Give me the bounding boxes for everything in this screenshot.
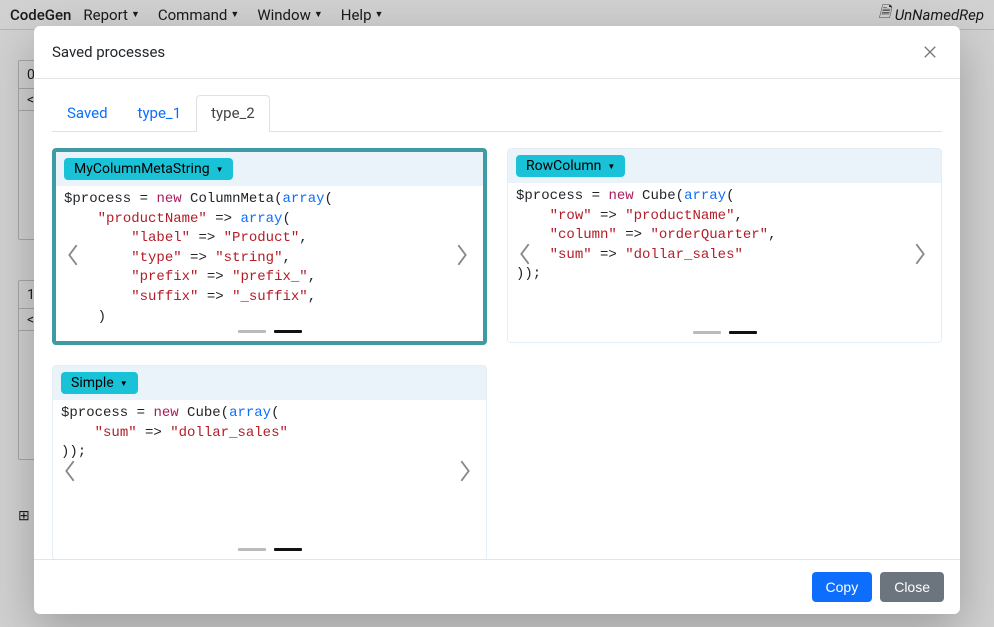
cards-column-right: RowColumn ▼ $process = new Cube(array( "… — [507, 148, 942, 559]
caret-down-icon: ▼ — [120, 379, 128, 388]
card-title-dropdown[interactable]: Simple ▼ — [61, 372, 138, 394]
cards-grid: MyColumnMetaString ▼ $process = new Colu… — [52, 148, 942, 559]
cards-column-left: MyColumnMetaString ▼ $process = new Colu… — [52, 148, 487, 559]
code: $process = new Cube(array( "row" => "pro… — [516, 187, 923, 285]
code-view: $process = new ColumnMeta(array( "produc… — [56, 186, 483, 324]
modal-body: Saved type_1 type_2 MyColumnMetaString ▼ — [34, 79, 960, 559]
modal-overlay: Saved processes Saved type_1 type_2 — [0, 0, 994, 627]
dot[interactable] — [729, 331, 757, 334]
tab-type-1[interactable]: type_1 — [123, 95, 197, 132]
card-title-dropdown[interactable]: MyColumnMetaString ▼ — [64, 158, 233, 180]
code: $process = new ColumnMeta(array( "produc… — [64, 190, 465, 324]
dot[interactable] — [693, 331, 721, 334]
card-header: RowColumn ▼ — [508, 149, 941, 183]
next-arrow-icon[interactable] — [447, 233, 477, 277]
modal-header: Saved processes — [34, 26, 960, 79]
dot[interactable] — [238, 548, 266, 551]
next-arrow-icon[interactable] — [450, 449, 480, 493]
caret-down-icon: ▼ — [216, 165, 224, 174]
carousel-dots — [53, 542, 486, 559]
card-title-dropdown[interactable]: RowColumn ▼ — [516, 155, 625, 177]
close-button[interactable]: Close — [880, 572, 944, 602]
dot[interactable] — [274, 548, 302, 551]
modal-title: Saved processes — [52, 43, 165, 61]
tab-type-2[interactable]: type_2 — [196, 95, 270, 132]
code-view: $process = new Cube(array( "row" => "pro… — [508, 183, 941, 325]
carousel-dots — [56, 324, 483, 341]
prev-arrow-icon[interactable] — [58, 233, 88, 277]
card-header: Simple ▼ — [53, 366, 486, 400]
process-card: MyColumnMetaString ▼ $process = new Colu… — [52, 148, 487, 345]
prev-arrow-icon[interactable] — [510, 232, 540, 276]
dot[interactable] — [274, 330, 302, 333]
process-card: RowColumn ▼ $process = new Cube(array( "… — [507, 148, 942, 343]
tab-saved[interactable]: Saved — [52, 95, 123, 132]
code-scroll[interactable]: $process = new Cube(array( "row" => "pro… — [508, 183, 931, 325]
code-view: $process = new Cube(array( "sum" => "dol… — [53, 400, 486, 542]
saved-processes-modal: Saved processes Saved type_1 type_2 — [34, 26, 960, 614]
dot[interactable] — [238, 330, 266, 333]
code-scroll[interactable]: $process = new ColumnMeta(array( "produc… — [56, 186, 473, 324]
copy-button[interactable]: Copy — [812, 572, 873, 602]
carousel-dots — [508, 325, 941, 342]
close-icon[interactable] — [918, 40, 942, 64]
card-header: MyColumnMetaString ▼ — [56, 152, 483, 186]
tabs: Saved type_1 type_2 — [52, 95, 942, 132]
modal-footer: Copy Close — [34, 559, 960, 614]
caret-down-icon: ▼ — [607, 162, 615, 171]
code: $process = new Cube(array( "sum" => "dol… — [61, 404, 468, 463]
process-card: Simple ▼ $process = new Cube(array( "sum… — [52, 365, 487, 559]
prev-arrow-icon[interactable] — [55, 449, 85, 493]
next-arrow-icon[interactable] — [905, 232, 935, 276]
code-scroll[interactable]: $process = new Cube(array( "sum" => "dol… — [53, 400, 476, 542]
